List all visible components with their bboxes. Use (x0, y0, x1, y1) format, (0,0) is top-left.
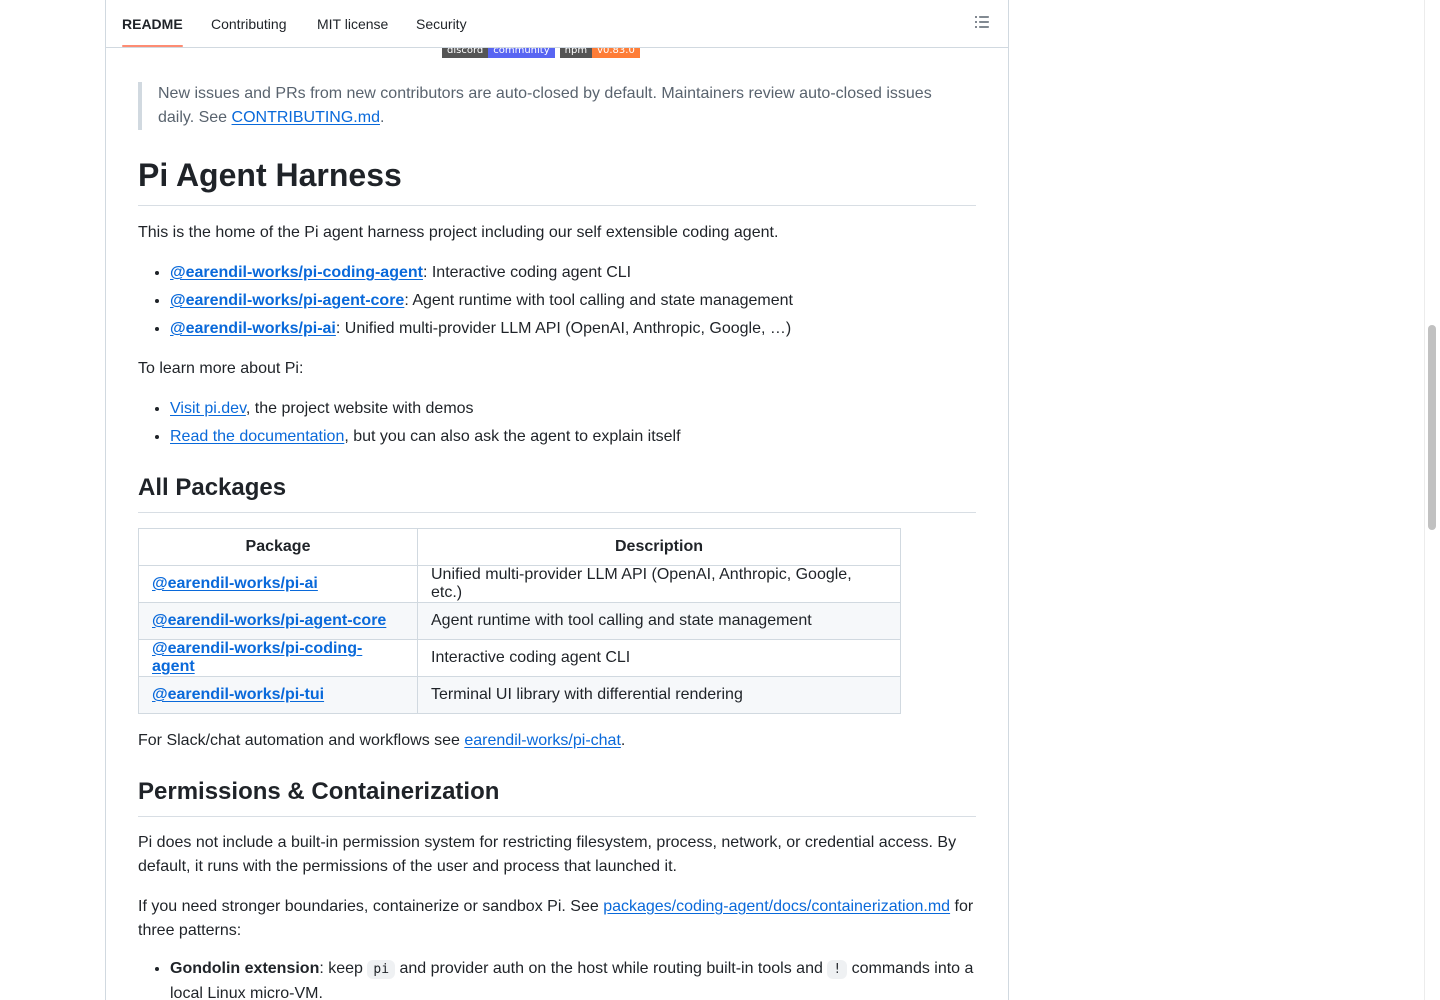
list-item-desc: : Agent runtime with tool calling and st… (404, 292, 793, 309)
list-item: @earendil-works/pi-coding-agent: Interac… (170, 259, 976, 287)
table-cell: Terminal UI library with differential re… (417, 676, 901, 714)
table-row: @earendil-works/pi-coding-agent Interact… (138, 639, 901, 677)
gondolin-text: : keep (319, 960, 368, 977)
table-cell: @earendil-works/pi-ai (138, 565, 418, 603)
list-item: Visit pi.dev, the project website with d… (170, 395, 976, 423)
list-item-desc: : Interactive coding agent CLI (422, 264, 632, 281)
table-pkg-link[interactable]: @earendil-works/pi-ai (152, 575, 318, 592)
pkg-link-ai[interactable]: @earendil-works/pi-ai (170, 320, 336, 337)
list-item-desc: , the project website with demos (245, 400, 474, 417)
tab-security[interactable]: Security (416, 0, 467, 47)
list-unordered-icon (975, 16, 989, 28)
table-cell: Agent runtime with tool calling and stat… (417, 602, 901, 640)
table-cell: @earendil-works/pi-coding-agent (138, 639, 418, 677)
containerization-doc-link[interactable]: packages/coding-agent/docs/containerizat… (603, 898, 950, 915)
list-item: Gondolin extension: keep pi and provider… (170, 957, 976, 1000)
table-cell: @earendil-works/pi-tui (138, 676, 418, 714)
learn-more-list: Visit pi.dev, the project website with d… (170, 395, 976, 451)
page-title: Pi Agent Harness (138, 155, 976, 206)
table-cell: Interactive coding agent CLI (417, 639, 901, 677)
outline-toggle-button[interactable] (974, 14, 994, 34)
slack-after: . (620, 732, 626, 749)
table-row: @earendil-works/pi-tui Terminal UI libra… (138, 676, 901, 714)
visit-pi-dev-link[interactable]: Visit pi.dev (170, 400, 246, 417)
gondolin-name: Gondolin extension (170, 960, 320, 977)
slack-paragraph: For Slack/chat automation and workflows … (138, 729, 976, 753)
pkg-link-coding-agent[interactable]: @earendil-works/pi-coding-agent (170, 264, 423, 281)
list-item: @earendil-works/pi-agent-core: Agent run… (170, 287, 976, 315)
packages-table: Package Description @earendil-works/pi-a… (138, 528, 901, 714)
permissions-paragraph-1: Pi does not include a built-in permissio… (138, 834, 957, 875)
table-cell: Unified multi-provider LLM API (OpenAI, … (417, 565, 901, 603)
slack-text: For Slack/chat automation and workflows … (138, 732, 465, 749)
table-cell: @earendil-works/pi-agent-core (138, 602, 418, 640)
list-item-desc: , but you can also ask the agent to expl… (344, 428, 681, 445)
table-row: @earendil-works/pi-ai Unified multi-prov… (138, 565, 901, 603)
table-pkg-link[interactable]: @earendil-works/pi-tui (152, 686, 324, 703)
table-row: @earendil-works/pi-agent-core Agent runt… (138, 602, 901, 640)
table-header-description: Description (417, 528, 901, 566)
tab-mit-license[interactable]: MIT license (317, 0, 388, 47)
learn-more-paragraph: To learn more about Pi: (138, 360, 304, 377)
table-pkg-link[interactable]: @earendil-works/pi-agent-core (152, 612, 386, 629)
permissions-text: If you need stronger boundaries, contain… (138, 898, 604, 915)
notice-after: . (379, 109, 385, 126)
gondolin-text: and provider auth on the host while rout… (395, 960, 828, 977)
all-packages-heading: All Packages (138, 472, 976, 513)
table-pkg-link[interactable]: @earendil-works/pi-coding-agent (152, 640, 362, 675)
list-item: Read the documentation, but you can also… (170, 423, 976, 451)
contributing-link[interactable]: CONTRIBUTING.md (232, 109, 380, 126)
highlight-list: @earendil-works/pi-coding-agent: Interac… (170, 259, 976, 343)
permissions-paragraph-2: If you need stronger boundaries, contain… (138, 895, 976, 943)
scrollbar-thumb[interactable] (1428, 325, 1436, 530)
tab-readme[interactable]: README (122, 0, 183, 47)
tab-contributing[interactable]: Contributing (211, 0, 287, 47)
pkg-link-agent-core[interactable]: @earendil-works/pi-agent-core (170, 292, 404, 309)
patterns-list: Gondolin extension: keep pi and provider… (170, 957, 976, 1000)
code-pi: pi (367, 960, 396, 979)
code-bang: ! (827, 960, 848, 979)
notice-blockquote: New issues and PRs from new contributors… (138, 82, 968, 130)
list-item: @earendil-works/pi-ai: Unified multi-pro… (170, 315, 976, 343)
pi-chat-link[interactable]: earendil-works/pi-chat (464, 732, 621, 749)
table-header-row: Package Description (138, 528, 901, 566)
readme-panel: README Contributing MIT license Security… (105, 0, 1009, 1000)
read-docs-link[interactable]: Read the documentation (170, 428, 344, 445)
readme-tab-bar: README Contributing MIT license Security (106, 0, 1008, 48)
permissions-heading: Permissions & Containerization (138, 776, 976, 817)
list-item-desc: : Unified multi-provider LLM API (OpenAI… (335, 320, 792, 337)
intro-paragraph: This is the home of the Pi agent harness… (138, 224, 779, 241)
page-scrollbar[interactable] (1424, 0, 1440, 1000)
table-header-package: Package (138, 528, 418, 566)
